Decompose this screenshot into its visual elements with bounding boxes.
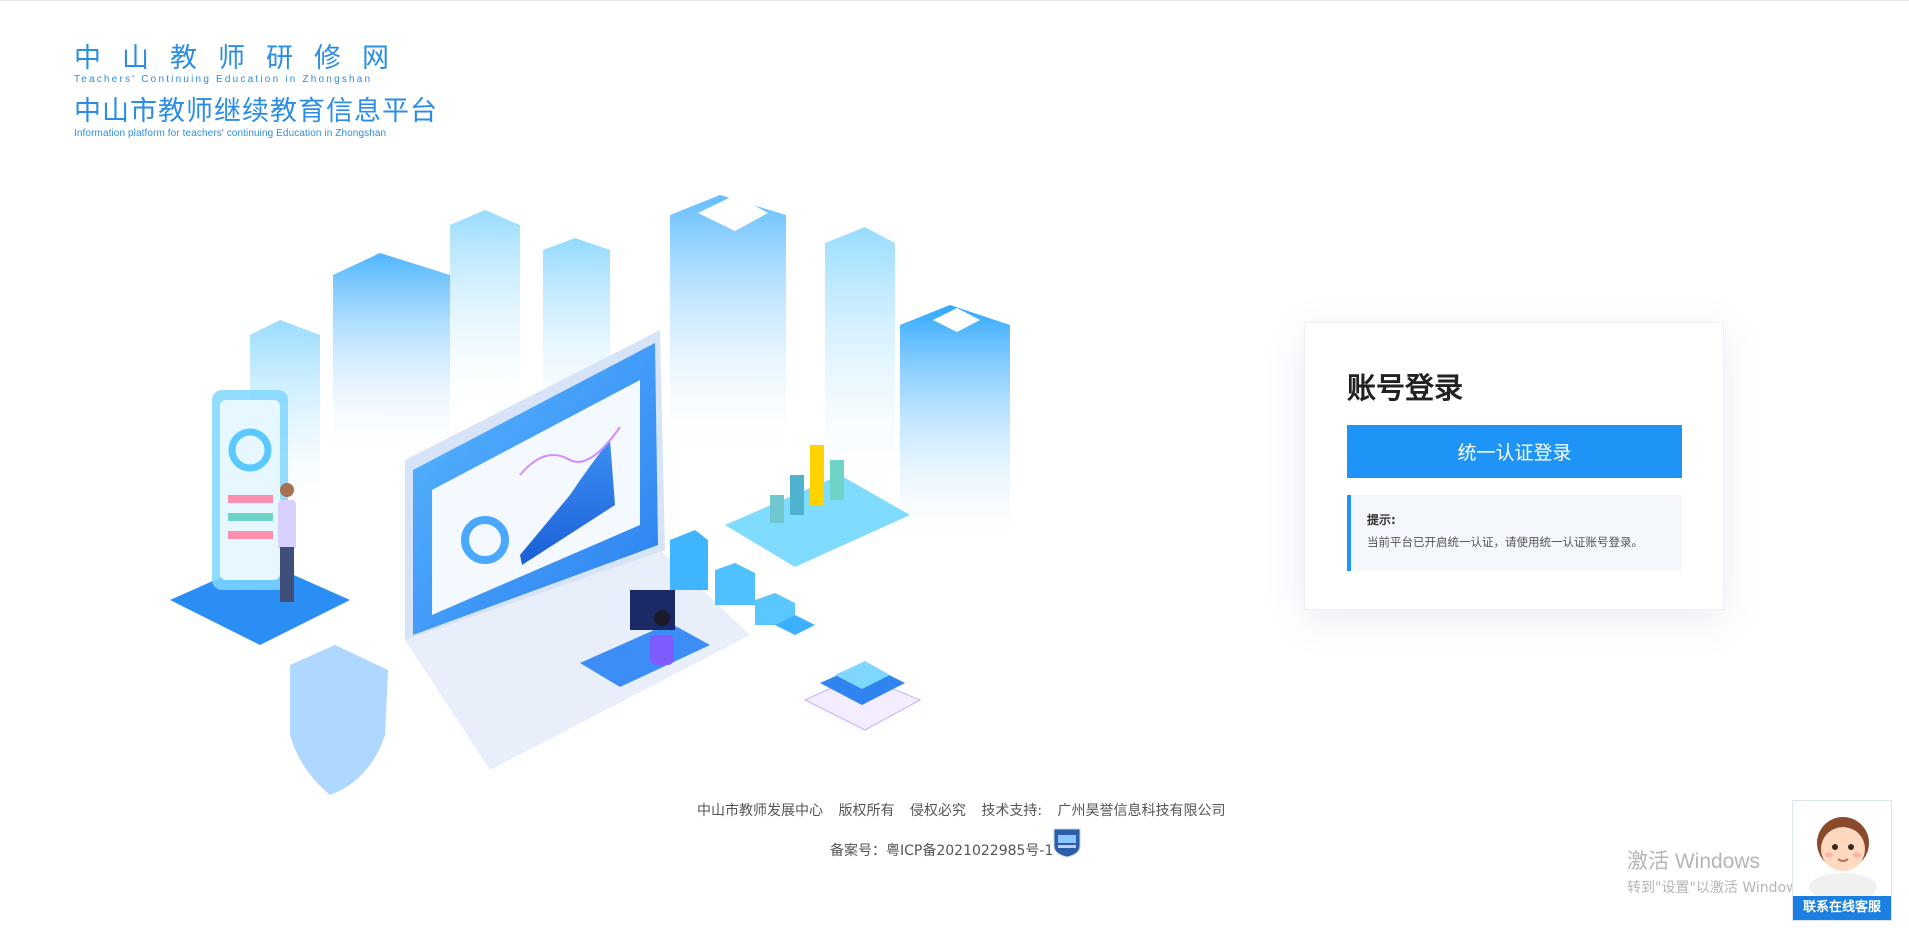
customer-service-label[interactable]: 联系在线客服: [1793, 896, 1891, 920]
top-divider: [0, 0, 1909, 1]
watermark-line1: 激活 Windows: [1627, 850, 1761, 873]
logo-title: 中山教师研修网: [74, 43, 410, 74]
login-title: 账号登录: [1347, 371, 1464, 405]
login-tip: 提示: 当前平台已开启统一认证，请使用统一认证账号登录。: [1347, 495, 1682, 571]
platform-title: 中山市教师继续教育信息平台: [74, 96, 438, 127]
footer-support-company[interactable]: 广州昊誉信息科技有限公司: [1058, 803, 1226, 819]
footer-org: 中山市教师发展中心: [697, 803, 823, 819]
customer-service-widget[interactable]: 联系在线客服: [1792, 800, 1892, 921]
footer-icp[interactable]: 备案号：粤ICP备2021022985号-1: [830, 840, 1053, 860]
logo-subtitle-en: Teachers' Continuing Education in Zhongs…: [74, 74, 373, 85]
watermark-line2: 转到"设置"以激活 Windows。: [1627, 880, 1819, 896]
platform-subtitle-en: Information platform for teachers' conti…: [74, 128, 387, 139]
tip-title: 提示:: [1367, 513, 1396, 527]
windows-activation-watermark: 激活 Windows 转到"设置"以激活 Windows。: [1627, 845, 1819, 897]
customer-service-avatar-icon: [1809, 817, 1877, 901]
sso-login-button[interactable]: 统一认证登录: [1347, 425, 1682, 478]
site-logo[interactable]: 中山教师研修网 Teachers' Continuing Education i…: [74, 43, 438, 140]
tip-text: 当前平台已开启统一认证，请使用统一认证账号登录。: [1367, 535, 1643, 549]
footer-copyright: 版权所有: [838, 803, 895, 819]
hero-illustration: [170, 195, 1010, 795]
footer-support-label: 技术支持:: [981, 803, 1043, 819]
beian-badge-icon[interactable]: [1052, 826, 1082, 858]
login-card: 账号登录 统一认证登录 提示: 当前平台已开启统一认证，请使用统一认证账号登录。: [1304, 322, 1724, 610]
footer-infringe: 侵权必究: [909, 803, 966, 819]
